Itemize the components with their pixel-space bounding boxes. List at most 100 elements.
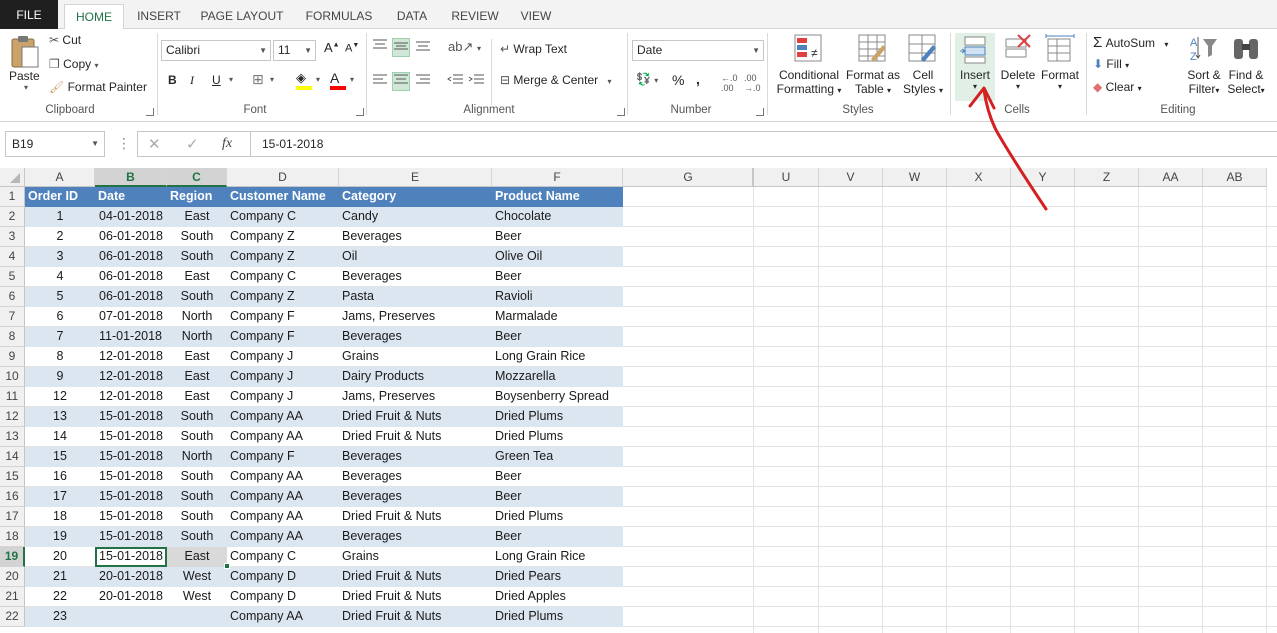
header-cell[interactable]: Product Name [492,187,623,207]
row-header[interactable]: 3 [0,227,25,247]
table-cell[interactable]: Long Grain Rice [492,547,623,567]
column-header-ab[interactable]: AB [1203,168,1267,187]
paste-button[interactable]: Paste ▾ [9,35,43,97]
table-cell[interactable]: Mozzarella [492,367,623,387]
table-cell[interactable]: Beer [492,527,623,547]
fill-button[interactable]: ⬇ Fill ▾ [1093,57,1129,71]
table-cell[interactable]: Company Z [227,227,339,247]
table-cell[interactable]: Company D [227,587,339,607]
column-header-g[interactable]: G [623,168,754,187]
table-cell[interactable]: 6 [25,307,95,327]
table-cell[interactable]: Company AA [227,607,339,627]
table-cell[interactable]: Beer [492,327,623,347]
merge-dropdown-icon[interactable]: ▾ [607,77,611,86]
align-bottom-icon[interactable] [415,38,431,55]
table-cell[interactable]: 15-01-2018 [95,487,167,507]
table-cell[interactable]: 17 [25,487,95,507]
table-cell[interactable]: 20 [25,547,95,567]
table-cell[interactable]: 15 [25,447,95,467]
wrap-text-button[interactable]: ↵ Wrap Text [500,42,567,56]
table-cell[interactable]: 19 [25,527,95,547]
font-color-dropdown-icon[interactable]: ▾ [350,75,354,84]
chevron-down-icon[interactable]: ▼ [91,132,99,156]
table-cell[interactable]: South [167,467,227,487]
align-middle-icon[interactable] [392,38,410,57]
comma-button[interactable]: , [696,71,700,87]
table-cell[interactable]: Dried Pears [492,567,623,587]
spreadsheet-grid[interactable]: A B C D E F G U V W X Y Z AA AB 1 2 3 4 5 6 7 8 9 10 11 12 13 14 15 16… [0,168,1277,633]
tab-home[interactable]: HOME [64,4,124,30]
tab-review[interactable]: REVIEW [443,4,507,29]
table-cell[interactable]: 5 [25,287,95,307]
table-cell[interactable]: Marmalade [492,307,623,327]
table-cell[interactable]: 06-01-2018 [95,267,167,287]
table-cell[interactable]: Beer [492,227,623,247]
table-cell[interactable]: 12-01-2018 [95,347,167,367]
table-cell[interactable]: Beverages [339,327,492,347]
header-cell[interactable]: Customer Name [227,187,339,207]
table-cell[interactable]: Dried Fruit & Nuts [339,407,492,427]
table-cell[interactable]: Company AA [227,407,339,427]
table-cell[interactable]: South [167,227,227,247]
table-cell[interactable]: South [167,487,227,507]
tab-data[interactable]: DATA [387,4,437,29]
autosum-button[interactable]: Σ AutoSum ▾ [1093,34,1168,51]
table-cell[interactable]: Dried Plums [492,427,623,447]
table-cell[interactable]: Dried Plums [492,507,623,527]
table-cell[interactable]: South [167,527,227,547]
clear-button[interactable]: ◆ Clear ▾ [1093,80,1142,94]
shrink-font-button[interactable]: A▼ [345,42,359,55]
table-cell[interactable]: Company D [227,567,339,587]
row-header[interactable]: 6 [0,287,25,307]
table-cell[interactable]: 20-01-2018 [95,587,167,607]
table-cell[interactable]: Company J [227,367,339,387]
header-cell[interactable]: Order ID [25,187,95,207]
copy-dropdown-icon[interactable]: ▾ [94,61,98,70]
table-cell[interactable]: Company C [227,267,339,287]
underline-dropdown-icon[interactable]: ▾ [229,75,233,84]
row-header[interactable]: 16 [0,487,25,507]
fill-handle[interactable] [224,563,230,569]
table-cell[interactable]: Boysenberry Spread [492,387,623,407]
align-right-icon[interactable] [415,73,431,90]
column-header-w[interactable]: W [883,168,947,187]
table-cell[interactable]: Candy [339,207,492,227]
copy-button[interactable]: ❐ Copy ▾ [49,57,98,71]
table-cell[interactable]: 07-01-2018 [95,307,167,327]
table-cell[interactable]: Pasta [339,287,492,307]
table-cell[interactable]: Beverages [339,227,492,247]
font-color-icon[interactable]: A [330,70,346,90]
table-cell[interactable]: Chocolate [492,207,623,227]
table-cell[interactable]: Company C [227,547,339,567]
cancel-icon[interactable]: ✕ [148,135,161,153]
table-cell[interactable]: Company AA [227,427,339,447]
table-cell[interactable]: East [167,547,227,567]
more-options-icon[interactable]: ⋮ [117,135,131,152]
align-left-icon[interactable] [372,73,388,90]
orientation-icon[interactable]: ab↗ ▾ [448,39,481,55]
conditional-formatting-button[interactable]: ≠ Conditional Formatting ▾ [776,33,842,96]
tab-insert[interactable]: INSERT [128,4,190,29]
column-header-d[interactable]: D [227,168,339,187]
row-header[interactable]: 5 [0,267,25,287]
table-cell[interactable]: Company F [227,447,339,467]
table-cell[interactable]: Jams, Preserves [339,387,492,407]
cell-styles-button[interactable]: Cell Styles ▾ [903,33,943,96]
table-cell[interactable]: Green Tea [492,447,623,467]
row-header[interactable]: 18 [0,527,25,547]
merge-center-button[interactable]: ⊟ Merge & Center ▾ [500,73,611,87]
column-header-c[interactable]: C [167,168,227,187]
alignment-launcher-icon[interactable] [617,108,625,116]
table-cell[interactable]: Company AA [227,487,339,507]
column-header-e[interactable]: E [339,168,492,187]
find-select-button[interactable]: Find & Select▾ [1226,33,1266,96]
table-cell[interactable]: East [167,267,227,287]
percent-button[interactable]: % [672,72,684,88]
row-header[interactable]: 15 [0,467,25,487]
table-cell[interactable]: 7 [25,327,95,347]
table-cell[interactable]: Company J [227,347,339,367]
table-cell[interactable]: Company F [227,307,339,327]
column-header-z[interactable]: Z [1075,168,1139,187]
decrease-decimal-icon[interactable]: .00 →.0 [744,73,761,93]
align-top-icon[interactable] [372,38,388,55]
